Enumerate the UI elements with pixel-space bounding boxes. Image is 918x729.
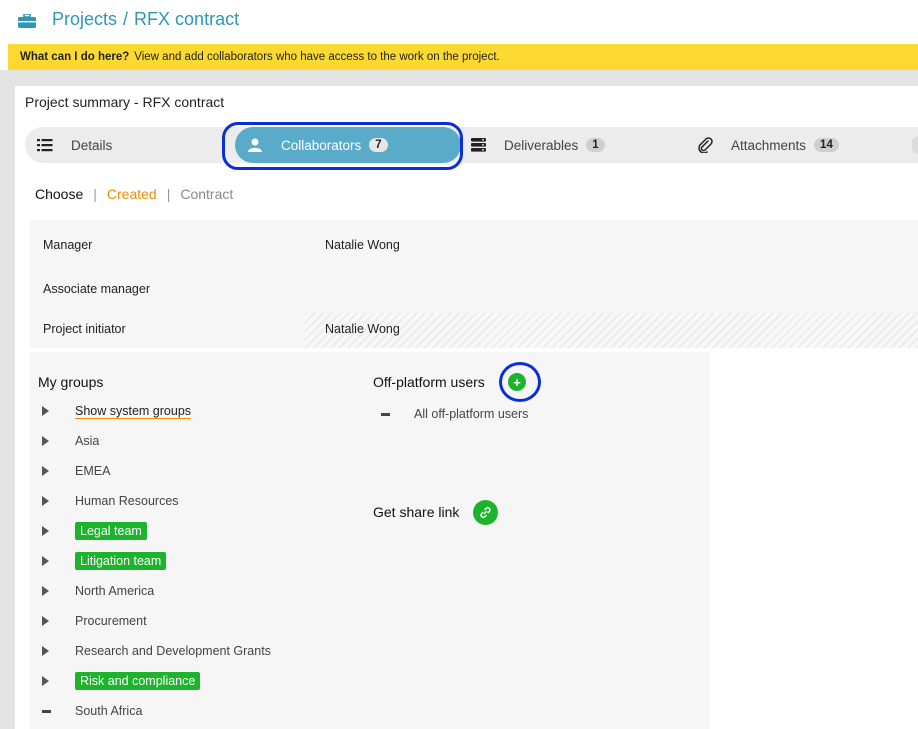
filter-contract[interactable]: Contract [180,186,233,202]
choose-label: Choose [35,186,84,202]
group-emea[interactable]: EMEA [42,461,110,481]
expand-arrow-icon[interactable] [42,586,49,596]
breadcrumb-root-link[interactable]: Projects [52,9,117,30]
collapse-minus-icon[interactable] [381,412,390,416]
group-research-and-development-grants[interactable]: Research and Development Grants [42,641,271,661]
breadcrumb-current[interactable]: RFX contract [134,9,239,30]
help-question: What can I do here? [20,51,130,63]
tab-label: Details [71,137,113,153]
group-label: Procurement [75,614,147,628]
breadcrumb: Projects / RFX contract [18,8,239,30]
group-label: North America [75,584,155,598]
group-label: Research and Development Grants [75,644,271,658]
group-tag[interactable]: Legal team [75,522,147,540]
info-row-manager: Manager Natalie Wong [30,225,918,265]
help-text: View and add collaborators who have acce… [134,51,500,63]
share-link-heading: Get share link [373,504,460,520]
briefcase-icon [18,12,36,28]
expand-arrow-icon[interactable] [42,676,49,686]
off-platform-all-label: All off-platform users [414,407,529,421]
expand-arrow-icon[interactable] [42,616,49,626]
info-key: Project initiator [43,322,126,336]
group-label: Asia [75,434,100,448]
expand-arrow-icon[interactable] [42,466,49,476]
help-banner: What can I do here? View and add collabo… [8,44,918,70]
group-asia[interactable]: Asia [42,431,99,451]
group-litigation-team[interactable]: Litigation team [42,551,167,571]
group-tag[interactable]: Risk and compliance [75,672,201,690]
expand-arrow-icon[interactable] [42,406,49,416]
tab-attachments[interactable]: Attachments 14 [697,127,839,163]
divider: | [93,186,97,202]
tab-overflow[interactable] [912,136,918,154]
group-tag[interactable]: Litigation team [75,552,167,570]
expand-arrow-icon[interactable] [42,526,49,536]
group-label[interactable]: Show system groups [75,404,192,419]
info-key: Associate manager [43,282,151,296]
count-badge: 1 [586,138,605,152]
expand-arrow-icon[interactable] [42,556,49,566]
expand-arrow-icon[interactable] [42,646,49,656]
expand-arrow-icon[interactable] [42,496,49,506]
server-icon [470,137,486,153]
group-human-resources[interactable]: Human Resources [42,491,179,511]
choose-filter: Choose | Created | Contract [35,186,233,202]
info-row-associate-manager: Associate manager [30,269,918,309]
count-badge: 14 [814,138,839,152]
filter-created[interactable]: Created [107,186,157,202]
off-platform-all-users[interactable]: All off-platform users [381,404,528,424]
group-procurement[interactable]: Procurement [42,611,147,631]
group-legal-team[interactable]: Legal team [42,521,147,541]
tab-details[interactable]: Details [37,127,112,163]
collapse-minus-icon[interactable] [42,709,51,713]
highlight-ring-collaborators [222,122,463,170]
group-show-system-groups[interactable]: Show system groups [42,401,192,421]
group-south-africa[interactable]: South Africa [42,701,142,721]
highlight-ring-add-button [499,362,541,402]
tab-label: Deliverables [504,137,579,153]
group-north-america[interactable]: North America [42,581,154,601]
tab-label: Attachments [731,137,807,153]
breadcrumb-separator: / [123,8,129,29]
tab-bar: Details Collaborators 7 Deliverables 1 A… [25,127,918,163]
page-title: Project summary - RFX contract [25,94,225,110]
off-platform-heading: Off-platform users [373,374,485,390]
group-label: EMEA [75,464,111,478]
paperclip-icon [697,137,713,153]
list-icon [37,137,53,153]
tab-deliverables[interactable]: Deliverables 1 [470,127,605,163]
group-label: Human Resources [75,494,179,508]
link-icon [479,506,492,519]
my-groups-heading: My groups [38,374,104,390]
info-value: Natalie Wong [325,238,400,252]
info-row-project-initiator: Project initiator Natalie Wong [30,309,918,349]
divider: | [166,186,171,202]
info-value: Natalie Wong [325,322,400,336]
share-link-button[interactable] [473,500,498,525]
expand-arrow-icon[interactable] [42,436,49,446]
group-label: South Africa [75,704,143,718]
group-risk-and-compliance[interactable]: Risk and compliance [42,671,201,691]
info-key: Manager [43,238,93,252]
